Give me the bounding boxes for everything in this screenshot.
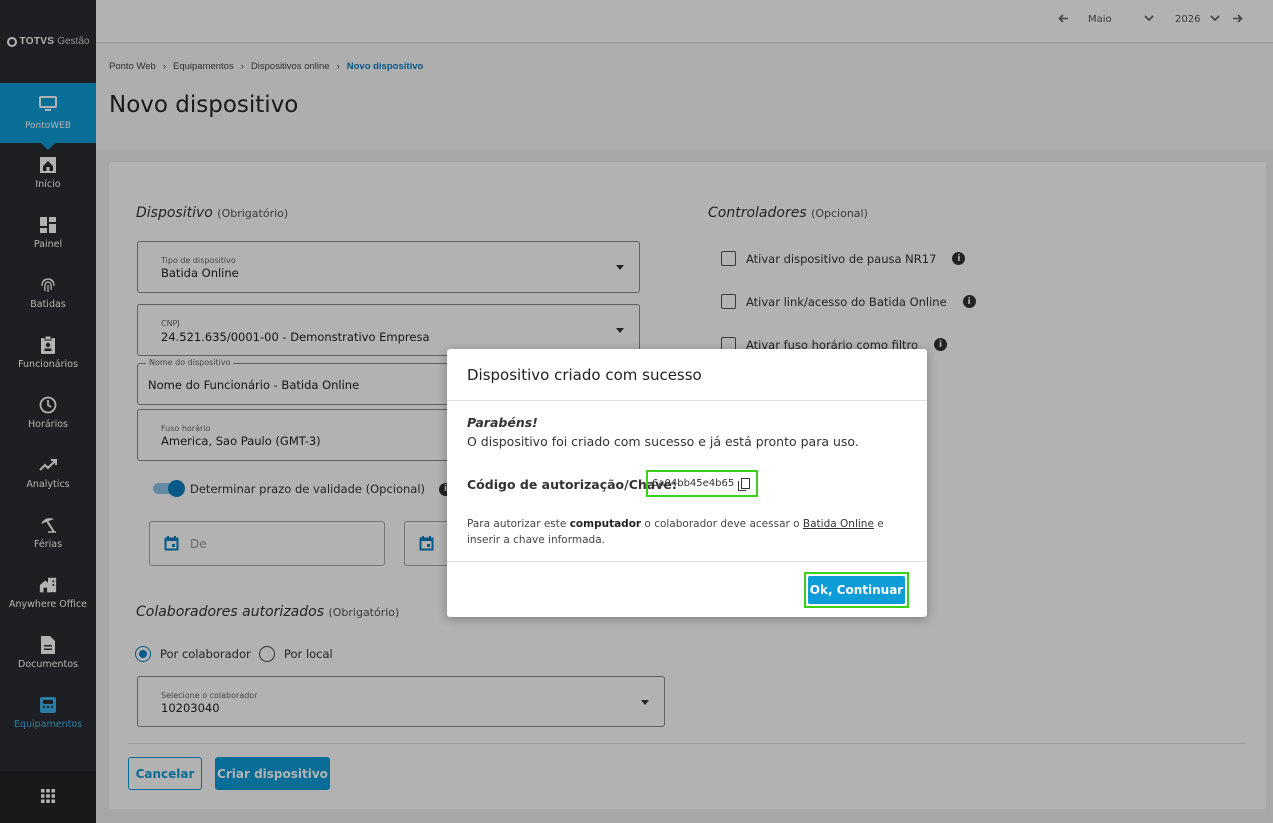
divider — [447, 400, 927, 401]
success-dialog: Dispositivo criado com sucesso Parabéns!… — [447, 349, 927, 617]
dialog-note: Para autorizar este computador o colabor… — [467, 516, 907, 548]
note-text: Para autorizar este — [467, 518, 570, 530]
copy-icon[interactable] — [738, 477, 751, 491]
auth-code-box[interactable]: 6a04bb45e4b65 — [646, 470, 758, 497]
dialog-description: O dispositivo foi criado com sucesso e j… — [467, 434, 859, 449]
auth-code-value: 6a04bb45e4b65 — [652, 478, 735, 489]
congrats-text: Parabéns! — [467, 415, 538, 430]
batida-online-link[interactable]: Batida Online — [803, 518, 874, 530]
divider — [447, 561, 927, 562]
dialog-title: Dispositivo criado com sucesso — [467, 366, 702, 384]
ok-continue-highlight: Ok, Continuar — [804, 572, 909, 608]
ok-continue-button[interactable]: Ok, Continuar — [808, 576, 905, 604]
note-text: o colaborador deve acessar o — [641, 518, 803, 530]
note-bold: computador — [569, 518, 642, 530]
